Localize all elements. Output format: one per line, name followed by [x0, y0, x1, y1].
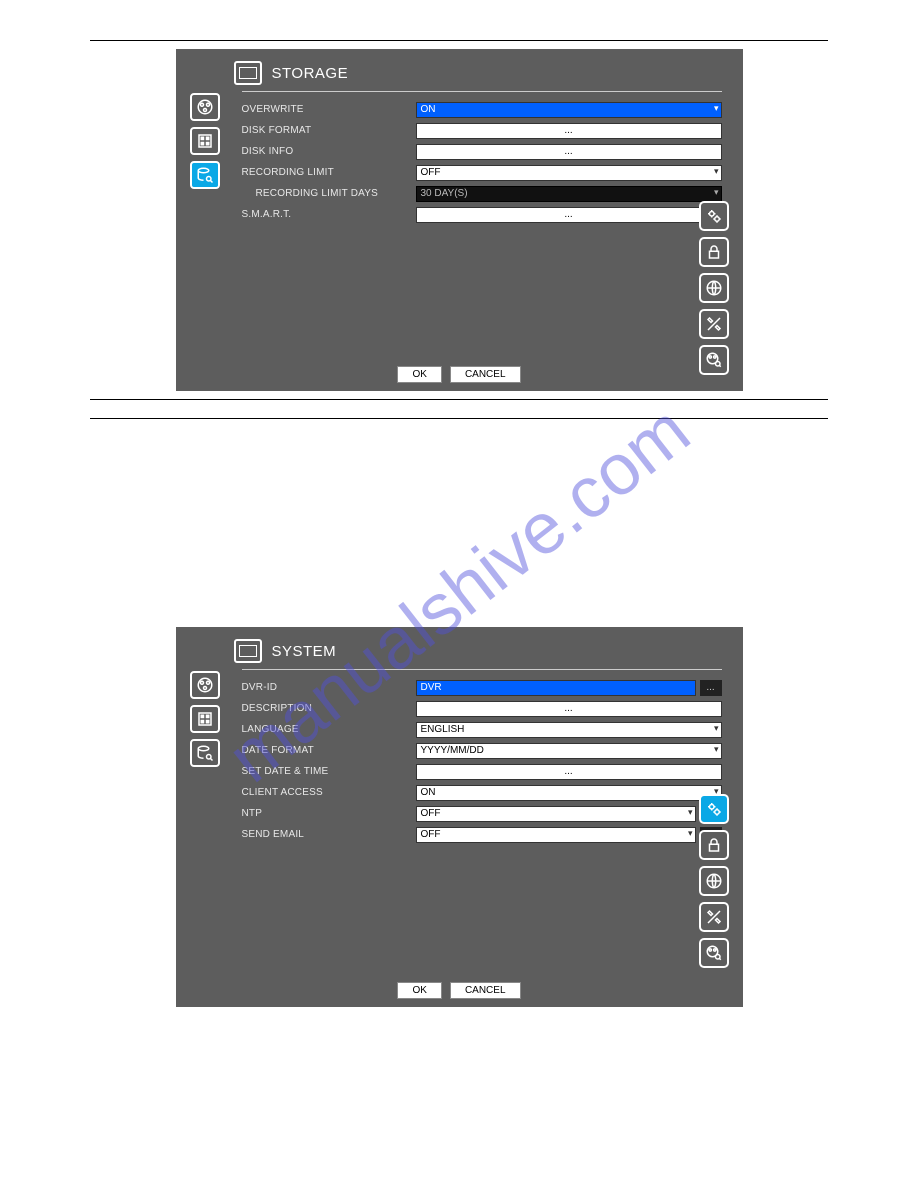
dropdown-marker-icon: ▾: [714, 744, 719, 755]
setting-field[interactable]: DVR: [416, 680, 696, 696]
setting-row: RECORDING LIMIT DAYS30 DAY(S)▾: [242, 184, 722, 203]
setting-row: DVR-IDDVR...: [242, 678, 722, 697]
storage-rows: OVERWRITEON▾DISK FORMAT...DISK INFO...RE…: [242, 100, 722, 226]
setting-label: DISK FORMAT: [242, 125, 416, 136]
title-underline: [242, 91, 722, 92]
dropdown-marker-icon: ▾: [714, 187, 719, 198]
globe-icon[interactable]: [699, 273, 729, 303]
setting-label: LANGUAGE: [242, 724, 416, 735]
dropdown-marker-icon: ▾: [714, 723, 719, 734]
setting-row: LANGUAGEENGLISH▾: [242, 720, 722, 739]
ok-button[interactable]: OK: [397, 366, 441, 383]
setting-field[interactable]: YYYY/MM/DD▾: [416, 743, 722, 759]
dropdown-marker-icon: ▾: [714, 103, 719, 114]
gears-icon[interactable]: [699, 201, 729, 231]
setting-row: DISK INFO...: [242, 142, 722, 161]
setting-label: CLIENT ACCESS: [242, 787, 416, 798]
tools-icon[interactable]: [699, 902, 729, 932]
system-panel: SYSTEM DVR-IDDVR...DESCRIPTION...LANGUAG…: [176, 627, 743, 1007]
setting-label: SEND EMAIL: [242, 829, 416, 840]
setting-label: RECORDING LIMIT: [242, 167, 416, 178]
right-nav: [699, 201, 729, 375]
setting-label: DESCRIPTION: [242, 703, 416, 714]
setting-label: SET DATE & TIME: [242, 766, 416, 777]
setting-row: OVERWRITEON▾: [242, 100, 722, 119]
setting-row: SEND EMAILOFF▾...: [242, 825, 722, 844]
reel-icon[interactable]: [190, 671, 220, 699]
setting-row: DISK FORMAT...: [242, 121, 722, 140]
setting-row: DATE FORMATYYYY/MM/DD▾: [242, 741, 722, 760]
keypad-icon[interactable]: [190, 127, 220, 155]
disk-search-icon[interactable]: [190, 739, 220, 767]
panel-title: STORAGE: [272, 65, 349, 82]
lock-icon[interactable]: [699, 237, 729, 267]
setting-field[interactable]: ...: [416, 764, 722, 780]
reel-search-icon[interactable]: [699, 938, 729, 968]
dropdown-marker-icon: ▾: [688, 828, 693, 839]
setting-label: DATE FORMAT: [242, 745, 416, 756]
globe-icon[interactable]: [699, 866, 729, 896]
setting-field[interactable]: ...: [416, 123, 722, 139]
divider-mid1: [90, 399, 828, 400]
divider-top: [90, 40, 828, 41]
setting-label: NTP: [242, 808, 416, 819]
button-row: OK CANCEL: [176, 982, 743, 999]
title-underline: [242, 669, 722, 670]
dropdown-marker-icon: ▾: [714, 166, 719, 177]
setting-row: S.M.A.R.T....: [242, 205, 722, 224]
setting-field[interactable]: ON▾: [416, 102, 722, 118]
setting-label: S.M.A.R.T.: [242, 209, 416, 220]
setting-label: DISK INFO: [242, 146, 416, 157]
setting-field[interactable]: OFF▾: [416, 827, 696, 843]
setting-field[interactable]: ...: [416, 144, 722, 160]
right-nav: [699, 794, 729, 968]
setting-label: DVR-ID: [242, 682, 416, 693]
setting-label: OVERWRITE: [242, 104, 416, 115]
keypad-icon[interactable]: [190, 705, 220, 733]
setting-row: SET DATE & TIME...: [242, 762, 722, 781]
setting-field[interactable]: OFF▾: [416, 165, 722, 181]
setting-field[interactable]: ENGLISH▾: [416, 722, 722, 738]
storage-panel: STORAGE OVERWRITEON▾DISK FORMAT...DISK I…: [176, 49, 743, 391]
monitor-icon: [234, 639, 262, 663]
setting-row: NTPOFF▾...: [242, 804, 722, 823]
dropdown-marker-icon: ▾: [688, 807, 693, 818]
lock-icon[interactable]: [699, 830, 729, 860]
left-nav: [190, 93, 220, 189]
setting-field[interactable]: ...: [416, 701, 722, 717]
setting-field[interactable]: OFF▾: [416, 806, 696, 822]
gears-icon[interactable]: [699, 794, 729, 824]
left-nav: [190, 671, 220, 767]
setting-row: DESCRIPTION...: [242, 699, 722, 718]
setting-field[interactable]: ...: [416, 207, 722, 223]
setting-label: RECORDING LIMIT DAYS: [242, 188, 416, 199]
ok-button[interactable]: OK: [397, 982, 441, 999]
cancel-button[interactable]: CANCEL: [450, 982, 521, 999]
setting-field[interactable]: ON▾: [416, 785, 722, 801]
setting-row: CLIENT ACCESSON▾: [242, 783, 722, 802]
panel-title: SYSTEM: [272, 643, 337, 660]
tools-icon[interactable]: [699, 309, 729, 339]
button-row: OK CANCEL: [176, 366, 743, 383]
setting-field[interactable]: 30 DAY(S)▾: [416, 186, 722, 202]
monitor-icon: [234, 61, 262, 85]
setting-row: RECORDING LIMITOFF▾: [242, 163, 722, 182]
system-rows: DVR-IDDVR...DESCRIPTION...LANGUAGEENGLIS…: [242, 678, 722, 846]
more-button[interactable]: ...: [700, 680, 722, 696]
disk-search-icon[interactable]: [190, 161, 220, 189]
cancel-button[interactable]: CANCEL: [450, 366, 521, 383]
reel-icon[interactable]: [190, 93, 220, 121]
